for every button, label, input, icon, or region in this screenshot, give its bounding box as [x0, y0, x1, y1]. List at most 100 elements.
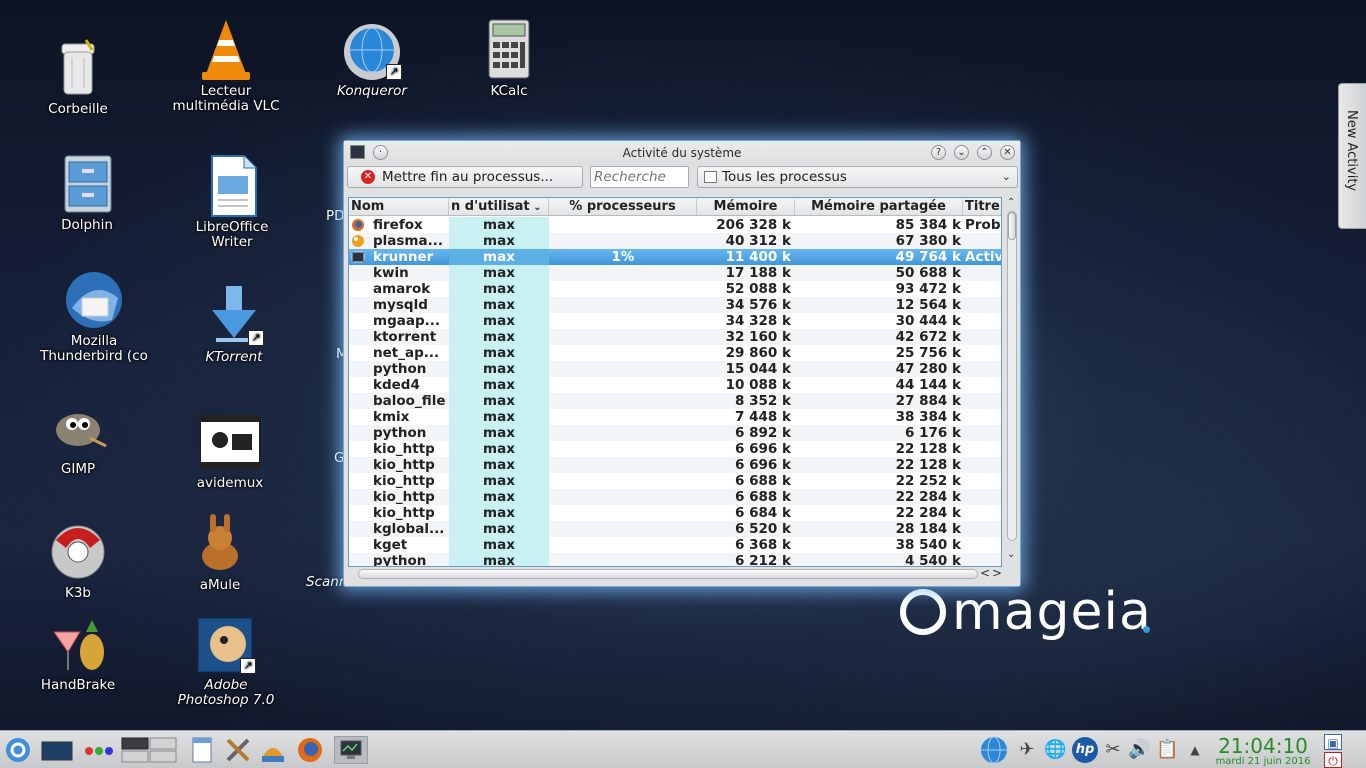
table-row[interactable]: amarok max 52 088 k 93 472 k [349, 281, 1001, 297]
clipboard-icon[interactable]: 📋 [1156, 739, 1178, 761]
desktop-icon-avidemux[interactable]: avidemux [160, 410, 300, 491]
desktop-icon-photoshop[interactable]: ↗ Adobe Photoshop 7.0 [156, 612, 296, 708]
table-row[interactable]: kio_http max 6 688 k 22 252 k [349, 473, 1001, 489]
table-row[interactable]: kglobal... max 6 520 k 28 184 k [349, 521, 1001, 537]
scroll-up-arrow-icon[interactable]: ⌃ [1007, 197, 1015, 208]
desktop-icon-kcalc[interactable]: KCalc [439, 18, 579, 99]
clock-date[interactable]: mardi 21 juin 2016 [1212, 756, 1314, 767]
scrollbar-thumb[interactable] [358, 569, 978, 579]
scroll-down-arrow-icon[interactable]: ⌄ [1007, 549, 1015, 560]
activities-button[interactable] [82, 736, 116, 764]
desktop-icon-amule[interactable]: aMule [150, 512, 290, 593]
desktop-icon-label: KTorrent [205, 349, 263, 365]
new-activity-tab[interactable]: New Activity [1338, 83, 1366, 229]
scrollbar-track[interactable] [1007, 211, 1017, 541]
table-row[interactable]: kget max 6 368 k 38 540 k [349, 537, 1001, 553]
table-row[interactable]: plasma... max 40 312 k 67 380 k [349, 233, 1001, 249]
clock-time[interactable]: 21:04:10 [1212, 734, 1314, 758]
process-memory: 11 400 k [725, 249, 791, 265]
process-memory: 6 892 k [735, 425, 791, 441]
application-launcher-button[interactable] [4, 736, 32, 764]
table-row[interactable]: kio_http max 6 684 k 22 284 k [349, 505, 1001, 521]
lock-screen-icon[interactable]: ▣ [1324, 734, 1342, 750]
paper-plane-icon[interactable]: ✈ [1016, 739, 1038, 761]
table-row[interactable]: kio_http max 6 688 k 22 284 k [349, 489, 1001, 505]
column-header-shared-memory[interactable]: Mémoire partagée [795, 199, 963, 215]
taskbar-launcher-notes[interactable] [190, 736, 214, 764]
taskbar-launcher-settings[interactable] [224, 736, 252, 764]
table-row[interactable]: ktorrent max 32 160 k 42 672 k [349, 329, 1001, 345]
process-memory: 6 684 k [735, 505, 791, 521]
process-cpu [549, 361, 697, 377]
table-row[interactable]: kmix max 7 448 k 38 384 k [349, 409, 1001, 425]
help-button[interactable]: ? [931, 145, 946, 160]
desktop-icon-dolphin[interactable]: Dolphin [17, 152, 157, 233]
kill-process-button[interactable]: ✕ Mettre fin au processus... [347, 166, 583, 188]
process-cpu [549, 377, 697, 393]
shortcut-arrow-icon: ↗ [386, 64, 402, 80]
table-row[interactable]: firefox max 206 328 k 85 384 k Probl [349, 217, 1001, 233]
table-row[interactable]: python max 6 892 k6 176 k [349, 425, 1001, 441]
globe-icon[interactable]: 🌐 [1044, 739, 1066, 761]
minimize-button[interactable]: ⌄ [954, 145, 969, 160]
table-row[interactable]: net_ap... max 29 860 k 25 756 k [349, 345, 1001, 361]
virtual-desktop-pager[interactable] [120, 736, 178, 764]
task-system-activity[interactable] [334, 736, 368, 764]
process-search-input[interactable] [590, 166, 689, 188]
table-row[interactable]: python max 6 212 k4 540 k [349, 553, 1001, 566]
expand-arrow-icon[interactable]: ▲ [1184, 739, 1206, 761]
system-activity-window[interactable]: · Activité du système ? ⌄ ⌃ ✕ ✕ Mettre f… [343, 140, 1021, 587]
scissors-icon[interactable]: ✂ [1102, 739, 1124, 761]
table-row[interactable]: kio_http max 6 696 k 22 128 k [349, 457, 1001, 473]
table-row[interactable]: kio_http max 6 696 k 22 128 k [349, 441, 1001, 457]
desktop-icon-handbrake[interactable]: HandBrake [8, 612, 148, 693]
table-row[interactable]: kwin max 17 188 k 50 688 k [349, 265, 1001, 281]
desktop-icon-thunderbird[interactable]: Mozilla Thunderbird (co [24, 268, 164, 364]
table-row[interactable]: krunner max 1% 11 400 k 49 764 k Activ [349, 249, 1001, 265]
desktop-icon-konqueror[interactable]: ↗ Konqueror [302, 18, 442, 99]
table-row[interactable]: kded4 max 10 088 k 44 144 k [349, 377, 1001, 393]
process-shared-memory: 30 444 k [895, 313, 961, 329]
tools-icon [226, 738, 250, 762]
desktop-icon-writer[interactable]: LibreOffice Writer [162, 154, 302, 250]
desktop-icon-ktorrent[interactable]: ↗ KTorrent [164, 284, 304, 365]
taskbar-launcher-software[interactable] [258, 736, 288, 764]
volume-icon[interactable]: 🔊 [1128, 739, 1150, 761]
horizontal-scrollbar[interactable]: < > [348, 566, 1002, 582]
desktop-icon-gimp[interactable]: GIMP [8, 396, 148, 477]
scroll-right-arrow-icon[interactable]: > [992, 566, 1002, 580]
activities-icon [85, 747, 113, 755]
power-icon[interactable]: ⏻ [1324, 752, 1342, 768]
desktop-icon-label: KCalc [490, 83, 528, 99]
process-cpu [549, 313, 697, 329]
package-install-icon [262, 748, 284, 762]
desktop-icon-vlc[interactable]: Lecteur multimédia VLC [156, 18, 296, 114]
scroll-left-arrow-icon[interactable]: < [980, 566, 990, 580]
column-header-cpu[interactable]: % processeurs [549, 199, 697, 215]
column-header-memory[interactable]: Mémoire [697, 199, 795, 215]
column-header-user[interactable]: n d'utilisat ⌄ [449, 199, 549, 215]
process-table[interactable]: Nom n d'utilisat ⌄ % processeurs Mémoire… [348, 197, 1002, 567]
desktop-icon-trash[interactable]: Corbeille [8, 36, 148, 117]
window-titlebar[interactable]: · Activité du système ? ⌄ ⌃ ✕ [344, 141, 1020, 165]
hp-icon[interactable]: hp [1072, 737, 1098, 763]
window-toolbar: ✕ Mettre fin au processus... Tous les pr… [344, 166, 1020, 192]
process-user: max [449, 217, 549, 233]
table-row[interactable]: mgaap... max 34 328 k 30 444 k [349, 313, 1001, 329]
maximize-button[interactable]: ⌃ [977, 145, 992, 160]
desktop-icon-k3b[interactable]: K3b [8, 520, 148, 601]
network-globe-icon[interactable] [978, 735, 1010, 765]
table-row[interactable]: mysqld max 34 576 k 12 564 k [349, 297, 1001, 313]
taskbar-launcher-firefox[interactable] [296, 736, 324, 764]
vertical-scrollbar[interactable]: ⌃ ⌄ [1004, 197, 1020, 567]
close-button[interactable]: ✕ [1000, 145, 1015, 160]
process-memory: 17 188 k [725, 265, 791, 281]
table-row[interactable]: baloo_file max 8 352 k 27 884 k [349, 393, 1001, 409]
process-filter-select[interactable]: Tous les processus ⌄ [697, 166, 1018, 188]
table-row[interactable]: python max 15 044 k 47 280 k [349, 361, 1001, 377]
column-header-name[interactable]: Nom [351, 199, 449, 215]
scrollbar-thumb[interactable] [1008, 212, 1016, 240]
column-header-title[interactable]: Titre [963, 199, 1001, 215]
stop-icon: ✕ [361, 170, 375, 184]
show-desktop-button[interactable] [40, 736, 74, 764]
